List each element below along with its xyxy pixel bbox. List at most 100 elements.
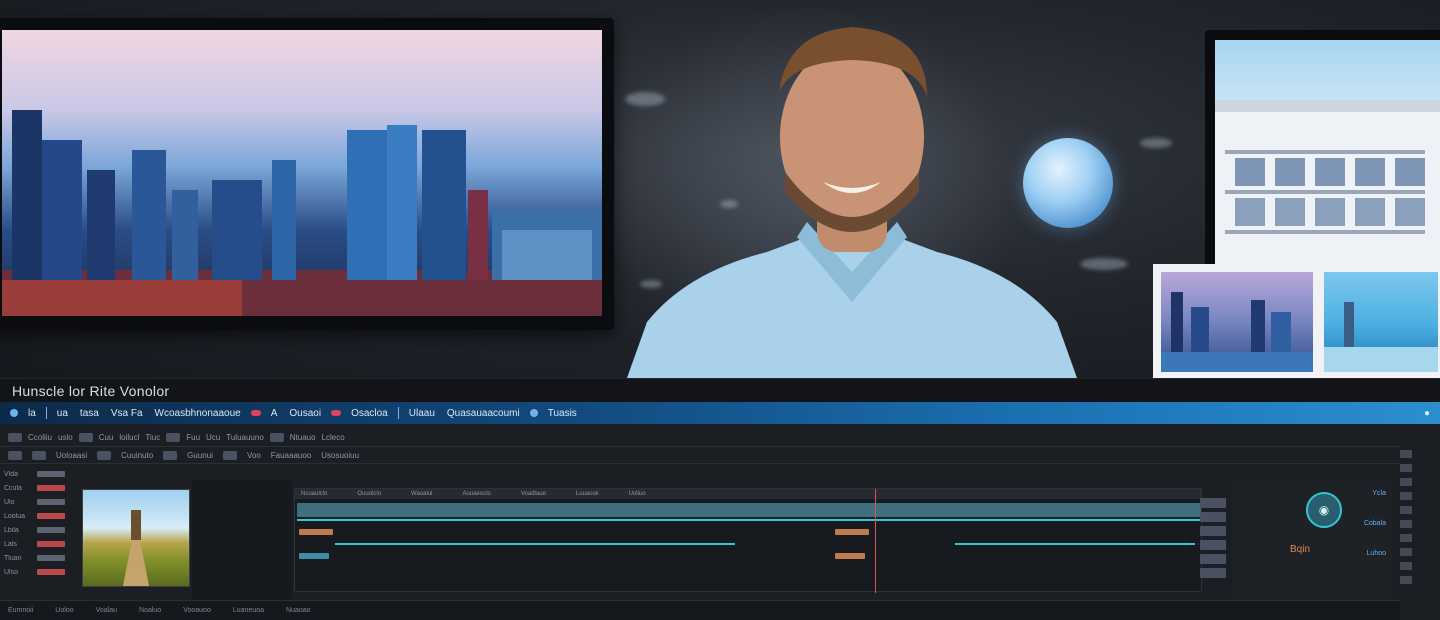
audio-clip[interactable] <box>835 529 869 535</box>
menu-item[interactable]: Tuasis <box>542 408 583 419</box>
status-item[interactable]: Noaluo <box>139 607 161 614</box>
record-indicator-icon[interactable] <box>250 410 261 416</box>
property-label: Ulo <box>4 498 15 506</box>
menu-item[interactable]: Ousaoi <box>283 408 327 419</box>
toolbar-label[interactable]: Usosuoiuu <box>321 451 359 460</box>
trim-icon[interactable] <box>97 450 112 460</box>
toolbar-label[interactable]: Ccoliiu <box>28 433 52 442</box>
menu-item[interactable]: la <box>22 408 42 419</box>
window-options-icon[interactable]: ● <box>1424 408 1430 419</box>
snap-icon[interactable] <box>222 450 237 460</box>
property-row[interactable]: Ccula <box>4 482 80 494</box>
video-clip[interactable] <box>297 503 1201 517</box>
record-button[interactable]: ◉ <box>1306 492 1342 528</box>
property-value[interactable] <box>37 527 65 533</box>
strip-button[interactable] <box>1400 450 1412 458</box>
property-value[interactable] <box>37 485 65 491</box>
property-row[interactable]: Vlda <box>4 468 80 480</box>
toolbar-primary: Ccoliiu uslo Cuu loilucl Tiuc Fuu Ucu Tu… <box>0 430 1400 444</box>
strip-button[interactable] <box>1400 548 1412 556</box>
toolbar-label[interactable]: Cuu <box>99 433 114 442</box>
status-item[interactable]: Voalau <box>96 607 117 614</box>
tool-icon[interactable] <box>78 432 93 442</box>
vertical-toolstrip <box>1396 444 1416 614</box>
audio-track[interactable] <box>295 525 1201 539</box>
tool-icon[interactable] <box>166 432 181 442</box>
status-item[interactable]: Nuaoao <box>286 607 311 614</box>
strip-button[interactable] <box>1400 576 1412 584</box>
strip-button[interactable] <box>1400 534 1412 542</box>
tool-icon[interactable] <box>8 432 22 442</box>
toolbar-label[interactable]: Fauaaauoo <box>271 451 311 460</box>
menu-item[interactable]: Ulaau <box>403 408 441 419</box>
status-item[interactable]: Vooauoo <box>183 607 211 614</box>
copy-icon[interactable] <box>32 450 46 460</box>
toolbar-label[interactable]: Fuu <box>186 433 200 442</box>
property-row[interactable]: Ulso <box>4 566 80 578</box>
app-menu-icon[interactable] <box>10 409 18 417</box>
toolbar-label[interactable]: Lcleco <box>322 433 345 442</box>
status-item[interactable]: Luaneuoa <box>233 607 264 614</box>
effects-track[interactable] <box>295 551 1201 565</box>
timeline-panel[interactable]: Ncuaulclo Ouuolclo Waoalul Auuaeoclo Voa… <box>294 488 1202 593</box>
effect-clip[interactable] <box>835 553 865 559</box>
menu-item[interactable]: A <box>265 408 284 419</box>
toolbar-label[interactable]: uslo <box>58 433 73 442</box>
menu-item[interactable]: Quasauaacoumi <box>441 408 526 419</box>
toolbar-label[interactable]: Voo <box>247 451 261 460</box>
property-value[interactable] <box>37 499 65 505</box>
toolbar-label[interactable]: Ucu <box>206 433 220 442</box>
toolbar-label[interactable]: Ntuauo <box>290 433 316 442</box>
strip-button[interactable] <box>1400 506 1412 514</box>
media-preview-thumbnail[interactable] <box>82 489 190 587</box>
property-row[interactable]: Lbila <box>4 524 80 536</box>
alert-indicator-icon[interactable] <box>331 410 342 416</box>
strip-button[interactable] <box>1400 478 1412 486</box>
menu-item[interactable]: tasa <box>74 408 105 419</box>
track-delete-button[interactable] <box>1200 568 1226 578</box>
property-row[interactable]: Tluan <box>4 552 80 564</box>
track-mute-button[interactable] <box>1200 498 1226 508</box>
effect-clip[interactable] <box>299 553 329 559</box>
bokeh-light <box>1080 258 1128 270</box>
toolbar-label[interactable]: Uoloaasi <box>56 451 87 460</box>
playhead[interactable] <box>875 489 876 593</box>
toolbar-label[interactable]: Guunui <box>187 451 213 460</box>
property-row[interactable]: Loolua <box>4 510 80 522</box>
strip-button[interactable] <box>1400 520 1412 528</box>
property-value[interactable] <box>37 555 65 561</box>
menu-item[interactable]: Osacloa <box>345 408 394 419</box>
property-value[interactable] <box>37 541 65 547</box>
strip-button[interactable] <box>1400 464 1412 472</box>
strip-button[interactable] <box>1400 562 1412 570</box>
media-bin-panel[interactable] <box>192 480 292 600</box>
menu-separator <box>45 407 47 419</box>
video-track[interactable] <box>295 503 1201 517</box>
property-value[interactable] <box>37 513 65 519</box>
menu-item[interactable]: ua <box>51 408 74 419</box>
strip-button[interactable] <box>1400 492 1412 500</box>
tool-icon[interactable] <box>269 432 284 442</box>
settings-icon[interactable] <box>529 409 538 417</box>
toolbar-label[interactable]: Tiuc <box>145 433 160 442</box>
track-add-button[interactable] <box>1200 554 1226 564</box>
timeline-ruler[interactable]: Ncuaulclo Ouuolclo Waoalul Auuaeoclo Voa… <box>295 489 1201 499</box>
toolbar-label[interactable]: Cuuinuto <box>121 451 153 460</box>
property-value[interactable] <box>37 569 65 575</box>
split-icon[interactable] <box>163 450 178 460</box>
toolbar-label[interactable]: Tuluauuno <box>226 433 264 442</box>
status-item[interactable]: Uoloo <box>55 607 73 614</box>
track-lock-button[interactable] <box>1200 526 1226 536</box>
city-skyline-image <box>2 30 602 316</box>
status-item[interactable]: Eumnoii <box>8 607 33 614</box>
menu-item[interactable]: Vsa Fa <box>105 408 149 419</box>
track-visibility-button[interactable] <box>1200 540 1226 550</box>
menu-item[interactable]: Wcoasbhnonaaoue <box>149 408 247 419</box>
property-value[interactable] <box>37 471 65 477</box>
toolbar-label[interactable]: loilucl <box>119 433 139 442</box>
audio-clip[interactable] <box>299 529 333 535</box>
property-row[interactable]: Lals <box>4 538 80 550</box>
property-row[interactable]: Ulo <box>4 496 80 508</box>
cut-icon[interactable] <box>8 450 22 460</box>
track-solo-button[interactable] <box>1200 512 1226 522</box>
